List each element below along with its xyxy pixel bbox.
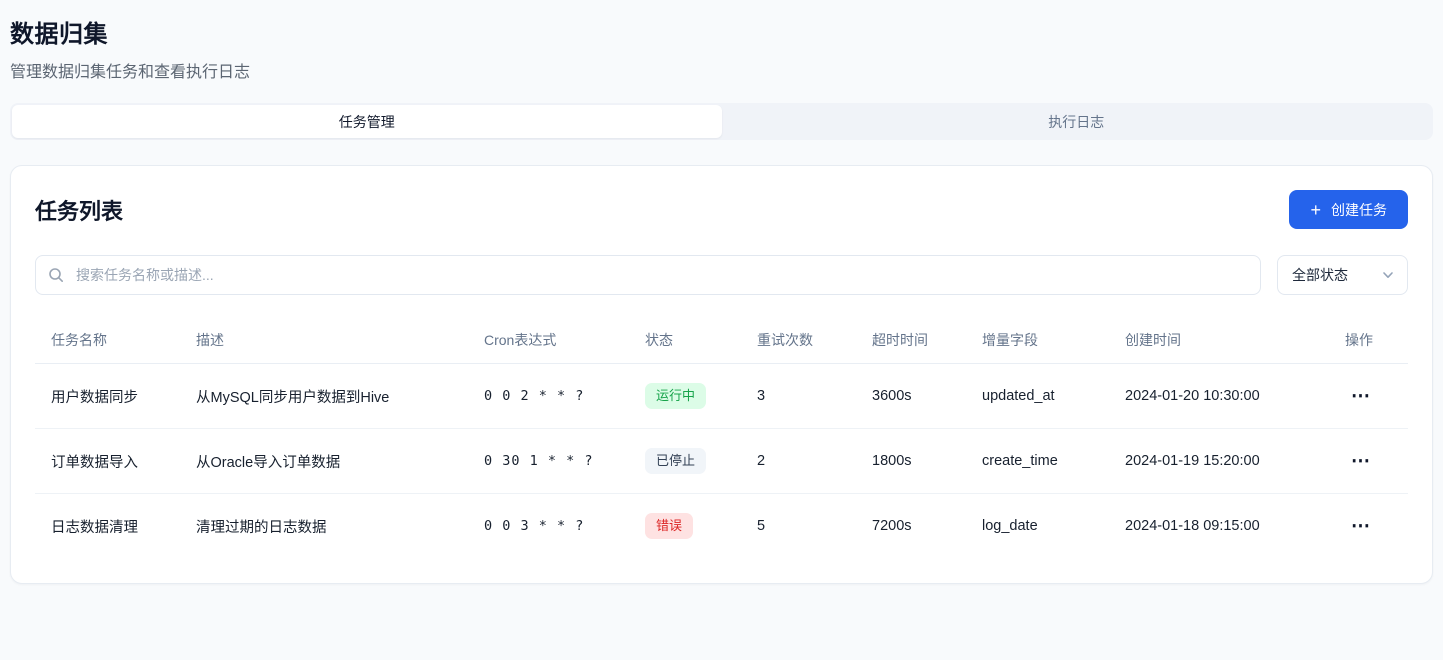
task-cron: 0 0 2 * * ?	[468, 364, 629, 429]
column-header-description: 描述	[180, 317, 468, 364]
plus-icon: +	[1310, 201, 1321, 219]
status-filter-select[interactable]: 全部状态	[1277, 255, 1408, 295]
task-description: 从MySQL同步用户数据到Hive	[180, 364, 468, 429]
status-badge: 已停止	[645, 448, 706, 474]
ellipsis-icon: ⋯	[1351, 516, 1370, 537]
create-task-button[interactable]: + 创建任务	[1289, 190, 1408, 229]
tab-task-management[interactable]: 任务管理	[12, 105, 722, 138]
ellipsis-icon: ⋯	[1351, 451, 1370, 472]
status-filter-value: 全部状态	[1292, 265, 1348, 285]
task-retries: 3	[741, 364, 856, 429]
task-name: 用户数据同步	[35, 364, 180, 429]
table-row: 日志数据清理 清理过期的日志数据 0 0 3 * * ? 错误 5 7200s …	[35, 494, 1408, 559]
card-header: 任务列表 + 创建任务	[35, 190, 1408, 229]
task-name: 日志数据清理	[35, 494, 180, 559]
task-created-at: 2024-01-20 10:30:00	[1109, 364, 1329, 429]
task-incremental-field: log_date	[966, 494, 1109, 559]
ellipsis-icon: ⋯	[1351, 386, 1370, 407]
task-incremental-field: create_time	[966, 429, 1109, 494]
task-description: 清理过期的日志数据	[180, 494, 468, 559]
row-actions-button[interactable]: ⋯	[1345, 513, 1376, 540]
create-task-button-label: 创建任务	[1331, 200, 1387, 220]
controls-row: 全部状态	[35, 255, 1408, 295]
column-header-timeout: 超时时间	[856, 317, 966, 364]
task-timeout: 1800s	[856, 429, 966, 494]
search-icon	[48, 267, 64, 283]
task-cron: 0 30 1 * * ?	[468, 429, 629, 494]
column-header-created: 创建时间	[1109, 317, 1329, 364]
task-created-at: 2024-01-18 09:15:00	[1109, 494, 1329, 559]
task-list-card: 任务列表 + 创建任务 全部状态	[10, 165, 1433, 584]
card-title: 任务列表	[35, 194, 123, 226]
task-timeout: 7200s	[856, 494, 966, 559]
task-retries: 2	[741, 429, 856, 494]
tab-execution-logs[interactable]: 执行日志	[722, 105, 1432, 138]
page-subtitle: 管理数据归集任务和查看执行日志	[10, 58, 1433, 82]
page-title: 数据归集	[10, 14, 1433, 49]
row-actions-button[interactable]: ⋯	[1345, 448, 1376, 475]
status-badge: 运行中	[645, 383, 706, 409]
task-retries: 5	[741, 494, 856, 559]
chevron-down-icon	[1381, 268, 1395, 282]
table-row: 订单数据导入 从Oracle导入订单数据 0 30 1 * * ? 已停止 2 …	[35, 429, 1408, 494]
column-header-retries: 重试次数	[741, 317, 856, 364]
column-header-cron: Cron表达式	[468, 317, 629, 364]
search-input[interactable]	[35, 255, 1261, 295]
task-timeout: 3600s	[856, 364, 966, 429]
tasks-table: 任务名称 描述 Cron表达式 状态 重试次数 超时时间 增量字段 创建时间 操…	[35, 317, 1408, 559]
search-wrap	[35, 255, 1261, 295]
task-name: 订单数据导入	[35, 429, 180, 494]
row-actions-button[interactable]: ⋯	[1345, 383, 1376, 410]
task-incremental-field: updated_at	[966, 364, 1109, 429]
tabbar: 任务管理 执行日志	[10, 103, 1433, 140]
task-description: 从Oracle导入订单数据	[180, 429, 468, 494]
task-created-at: 2024-01-19 15:20:00	[1109, 429, 1329, 494]
task-cron: 0 0 3 * * ?	[468, 494, 629, 559]
table-row: 用户数据同步 从MySQL同步用户数据到Hive 0 0 2 * * ? 运行中…	[35, 364, 1408, 429]
status-badge: 错误	[645, 513, 693, 539]
column-header-actions: 操作	[1329, 317, 1408, 364]
table-header-row: 任务名称 描述 Cron表达式 状态 重试次数 超时时间 增量字段 创建时间 操…	[35, 317, 1408, 364]
column-header-name: 任务名称	[35, 317, 180, 364]
column-header-status: 状态	[629, 317, 741, 364]
column-header-incremental: 增量字段	[966, 317, 1109, 364]
page: 数据归集 管理数据归集任务和查看执行日志 任务管理 执行日志 任务列表 + 创建…	[0, 0, 1443, 584]
